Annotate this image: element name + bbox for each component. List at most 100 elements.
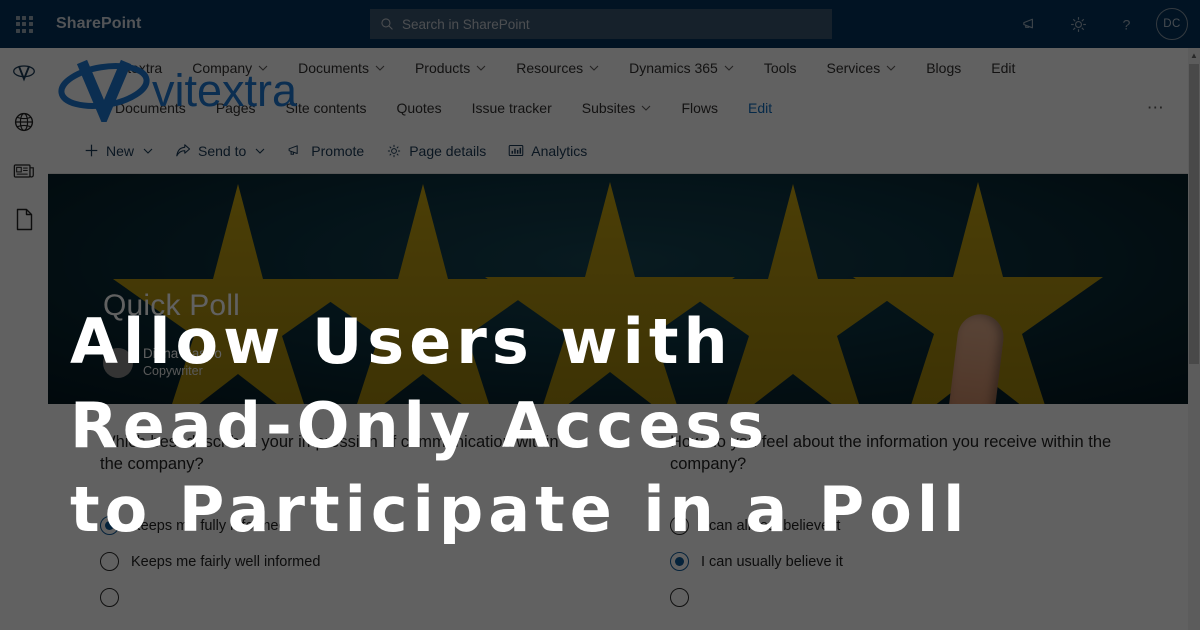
suite-actions: ? DC [1008,0,1194,48]
vertical-scrollbar[interactable]: ▲ [1188,48,1200,630]
analytics-button[interactable]: Analytics [498,135,597,167]
promote-button[interactable]: Promote [277,135,374,167]
subnav-item-edit[interactable]: Edit [733,88,787,128]
analytics-icon [508,144,524,157]
page-icon [16,208,32,231]
nav-label: Vitextra [115,60,163,76]
subnav-item-pages[interactable]: Pages [201,88,271,128]
nav-item-services[interactable]: Services [812,48,912,88]
plus-icon [85,144,98,157]
news-icon [13,163,34,178]
author-avatar [103,347,133,378]
chevron-down-icon [642,105,651,111]
subnav-item-subsites[interactable]: Subsites [567,88,667,128]
promote-label: Promote [311,142,365,159]
gear-icon[interactable] [1056,2,1100,46]
nav-overflow-button[interactable]: ⋯ [1142,98,1170,118]
send-to-button[interactable]: Send to [165,135,275,167]
hero-text-block: Quick Poll Diana Castro Copywriter [103,289,240,380]
left-rail [0,48,48,630]
chevron-down-icon [375,65,385,71]
radio-icon[interactable] [670,552,689,572]
search-icon [381,18,393,30]
page-canvas: vitextra Vitextra Company Documents Prod… [48,48,1188,630]
command-bar: New Send to Promote Page details Analyti… [48,128,1188,174]
nav-item-tools[interactable]: Tools [749,48,812,88]
poll-option-label: I can almost believe it [701,517,841,534]
subnav-item-flows[interactable]: Flows [666,88,733,128]
sub-navigation: Documents Pages Site contents Quotes Iss… [48,88,1188,128]
nav-label: Dynamics 365 [629,60,718,76]
page-details-button[interactable]: Page details [376,135,496,167]
subnav-label: Flows [681,100,718,116]
poll-option[interactable] [100,580,576,616]
poll-question: Which best describes your impression of … [100,433,559,473]
subnav-item-quotes[interactable]: Quotes [381,88,456,128]
poll-section: Which best describes your impression of … [48,404,1188,616]
nav-item-documents[interactable]: Documents [283,48,400,88]
subnav-item-site-contents[interactable]: Site contents [271,88,382,128]
subnav-item-issue-tracker[interactable]: Issue tracker [457,88,567,128]
poll-option[interactable]: Keeps me fairly well informed [100,544,576,580]
globe-icon [14,112,34,131]
subnav-label: Subsites [581,100,636,116]
radio-icon[interactable] [100,588,119,608]
nav-item-vitextra[interactable]: Vitextra [100,48,177,88]
subnav-label: Documents [115,100,186,116]
nav-item-dynamics-365[interactable]: Dynamics 365 [614,48,749,88]
poll-option[interactable]: I can usually believe it [670,544,1146,580]
nav-label: Products [414,60,471,76]
subnav-label: Quotes [396,100,442,116]
chevron-down-icon [476,65,486,71]
send-to-label: Send to [198,142,247,159]
subnav-item-documents[interactable]: Documents [100,88,201,128]
scrollbar-thumb[interactable] [1189,64,1199,364]
subnav-label: Site contents [285,100,367,116]
radio-icon[interactable] [100,516,119,536]
chevron-down-icon [589,65,599,71]
nav-item-edit[interactable]: Edit [976,48,1030,88]
question-icon[interactable]: ? [1104,2,1148,46]
suite-bar: SharePoint Search in SharePoint ? DC [0,0,1200,48]
poll-option-label: I can usually believe it [701,553,843,570]
avatar[interactable]: DC [1156,8,1188,40]
scroll-up-arrow-icon[interactable]: ▲ [1188,48,1200,62]
svg-text:?: ? [1122,17,1130,33]
poll-option-label: Keeps me fairly well informed [131,553,321,570]
app-launcher-icon[interactable] [0,0,48,48]
radio-icon[interactable] [100,552,119,572]
nav-item-blogs[interactable]: Blogs [911,48,976,88]
radio-icon[interactable] [670,516,689,536]
new-button[interactable]: New [74,135,163,167]
nav-item-resources[interactable]: Resources [501,48,614,88]
new-label: New [106,142,135,159]
poll-option[interactable]: I can almost believe it [670,508,1146,544]
screenshot-root: SharePoint Search in SharePoint ? DC vit… [0,0,1200,630]
chevron-down-icon [258,65,268,71]
poll-option[interactable] [670,580,1146,616]
nav-item-company[interactable]: Company [177,48,283,88]
poll-left: Which best describes your impression of … [48,432,618,616]
page-title: Quick Poll [103,289,241,322]
megaphone-icon [288,145,298,155]
nav-label: Services [826,60,881,76]
nav-item-products[interactable]: Products [400,48,501,88]
nav-label: Edit [991,60,1016,76]
rail-item-news[interactable] [0,146,48,195]
hero-banner[interactable]: Quick Poll Diana Castro Copywriter [48,174,1188,404]
subnav-label: Issue tracker [471,100,552,116]
send-to-icon [176,144,191,157]
rail-item-vitextra[interactable] [0,48,48,97]
chevron-down-icon [886,65,896,71]
poll-option[interactable]: Keeps me fully informed [100,508,576,544]
radio-icon[interactable] [670,588,689,608]
megaphone-icon[interactable] [1008,2,1052,46]
analytics-label: Analytics [531,142,588,159]
rail-item-page[interactable] [0,195,48,244]
rail-item-site[interactable] [0,97,48,146]
suite-title[interactable]: SharePoint [56,15,141,33]
nav-label: Company [192,60,253,76]
search-input[interactable]: Search in SharePoint [370,9,832,39]
chevron-down-icon [255,148,265,154]
chevron-down-icon [724,65,734,71]
